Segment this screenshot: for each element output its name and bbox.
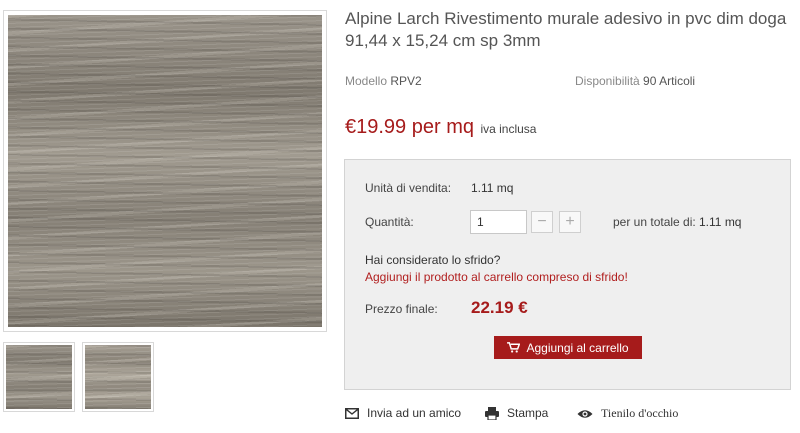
total-value: 1.11 mq (699, 215, 741, 229)
model-label: Modello (345, 74, 388, 88)
thumbnail-1-image (6, 345, 72, 409)
print-link[interactable]: Stampa (485, 406, 548, 420)
sale-unit-label: Unità di vendita: (365, 181, 452, 195)
print-label: Stampa (507, 406, 549, 420)
watch-label: Tienilo d'occhio (601, 406, 679, 420)
final-price-label: Prezzo finale: (365, 302, 438, 316)
waste-question: Hai considerato lo sfrido? (365, 253, 501, 267)
quantity-decrement-button[interactable]: − (531, 211, 553, 233)
availability-label: Disponibilità (575, 74, 640, 88)
total-amount: 1.11 (699, 215, 722, 229)
waste-add-link[interactable]: Aggiungi il prodotto al carrello compres… (365, 270, 628, 284)
price-row: €19.99 per mq iva inclusa (345, 116, 536, 139)
thumbnail-2[interactable] (82, 342, 154, 412)
eye-icon (577, 409, 593, 418)
quantity-label: Quantità: (365, 215, 414, 229)
thumbnail-2-image (85, 345, 151, 409)
quantity-increment-button[interactable]: + (559, 211, 581, 233)
envelope-icon (345, 407, 359, 419)
send-to-friend-label: Invia ad un amico (367, 406, 462, 420)
model-value: RPV2 (390, 74, 422, 88)
thumbnail-1[interactable] (3, 342, 75, 412)
add-to-cart-label: Aggiungi al carrello (526, 340, 629, 355)
availability-info: Disponibilità 90 Articoli (575, 74, 695, 88)
model-info: Modello RPV2 (345, 74, 422, 88)
main-product-image[interactable] (3, 10, 327, 332)
wood-texture-image (8, 15, 322, 327)
vat-note: iva inclusa (480, 122, 537, 136)
total-label: per un totale di: (613, 215, 696, 229)
product-title: Alpine Larch Rivestimento murale adesivo… (345, 9, 787, 50)
cart-icon (507, 342, 521, 353)
availability-value: 90 Articoli (643, 74, 696, 88)
total-unit: mq (724, 215, 742, 229)
purchase-box: Unità di vendita: 1.11 mq Quantità: − + … (344, 159, 791, 390)
unit-price: €19.99 per mq (345, 116, 474, 138)
quantity-input[interactable] (470, 210, 527, 234)
printer-icon (485, 406, 499, 420)
final-price-value: 22.19 € (471, 298, 528, 317)
watch-link[interactable]: Tienilo d'occhio (577, 406, 678, 421)
sale-unit-value: 1.11 mq (471, 181, 514, 195)
add-to-cart-button[interactable]: Aggiungi al carrello (494, 336, 642, 359)
send-to-friend-link[interactable]: Invia ad un amico (345, 406, 461, 420)
